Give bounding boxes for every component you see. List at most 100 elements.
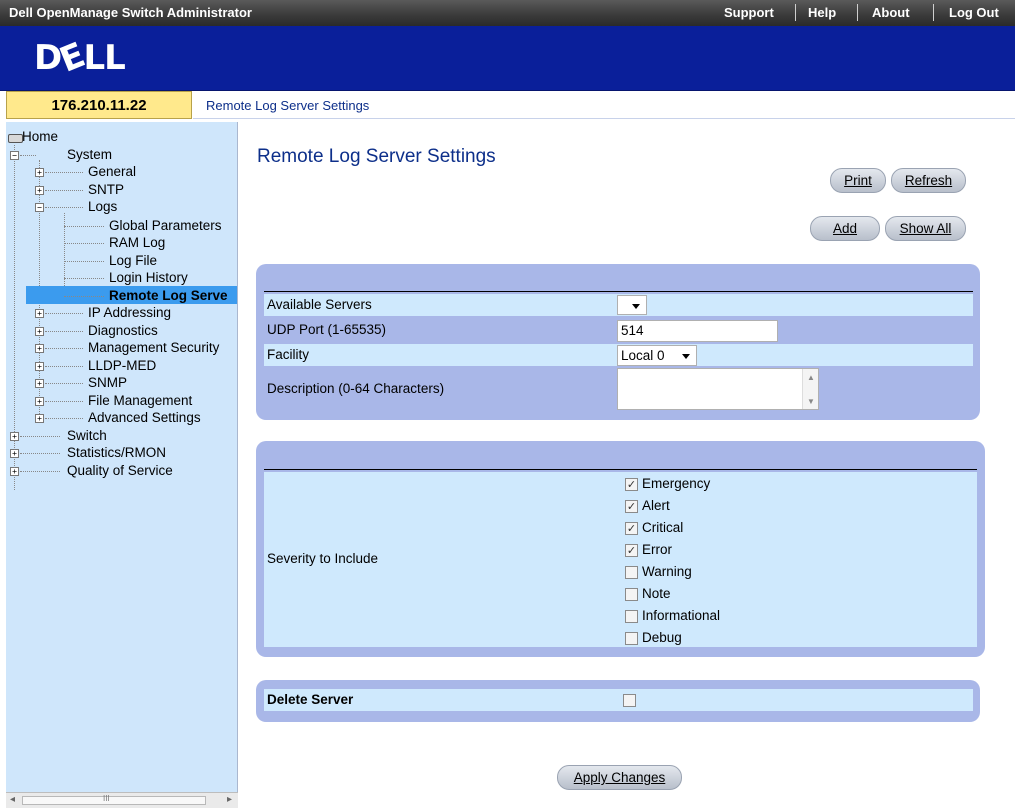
tree-line	[45, 418, 83, 419]
tree-item-statistics-rmon[interactable]: Statistics/RMON	[67, 445, 166, 461]
expand-icon[interactable]: +	[35, 362, 44, 371]
tree-item-sntp[interactable]: SNTP	[88, 182, 124, 198]
expand-icon[interactable]: +	[10, 432, 19, 441]
about-link[interactable]: About	[872, 5, 910, 20]
delete-server-label: Delete Server	[267, 692, 354, 707]
severity-checkbox[interactable]: ✓	[625, 522, 638, 535]
scroll-left-icon[interactable]: ◂	[10, 794, 15, 805]
divider	[933, 4, 934, 21]
tree-item-home[interactable]: Home	[22, 129, 58, 145]
breadcrumb-bar: Remote Log Server Settings	[193, 91, 1015, 119]
tree-item-quality-of-service[interactable]: Quality of Service	[67, 463, 173, 479]
expand-icon[interactable]: +	[10, 467, 19, 476]
tree-item-log-file[interactable]: Log File	[109, 253, 157, 269]
udp-port-input[interactable]: 514	[617, 320, 778, 342]
available-servers-label: Available Servers	[267, 297, 372, 312]
tree-line	[64, 261, 104, 262]
scroll-right-icon[interactable]: ▸	[227, 794, 232, 805]
tree-item-snmp[interactable]: SNMP	[88, 375, 127, 391]
severity-checkbox[interactable]	[625, 610, 638, 623]
divider	[857, 4, 858, 21]
udp-port-row: UDP Port (1-65535) 514	[264, 319, 973, 342]
home-icon	[8, 134, 23, 143]
collapse-icon[interactable]: −	[35, 203, 44, 212]
facility-row: Facility Local 0	[264, 344, 973, 366]
checkmark-icon: ✓	[626, 522, 637, 535]
description-label: Description (0-64 Characters)	[267, 381, 445, 396]
scroll-down-icon[interactable]: ▼	[807, 397, 815, 406]
severity-checkbox[interactable]	[625, 632, 638, 645]
tree-item-global-parameters[interactable]: Global Parameters	[109, 218, 222, 234]
severity-option-label: Note	[642, 586, 671, 601]
app-title: Dell OpenManage Switch Administrator	[9, 5, 252, 20]
expand-icon[interactable]: +	[35, 379, 44, 388]
tree-line	[20, 436, 60, 437]
divider	[795, 4, 796, 21]
available-servers-select[interactable]	[617, 295, 647, 315]
tree-item-lldp-med[interactable]: LLDP-MED	[88, 358, 156, 374]
tree-item-file-management[interactable]: File Management	[88, 393, 192, 409]
severity-checkbox[interactable]: ✓	[625, 478, 638, 491]
sidebar-horizontal-scrollbar[interactable]: ◂ III ▸	[6, 792, 238, 808]
facility-select[interactable]: Local 0	[617, 345, 697, 366]
expand-icon[interactable]: +	[35, 309, 44, 318]
severity-checkbox[interactable]: ✓	[625, 544, 638, 557]
tree-item-system[interactable]: System	[67, 147, 112, 163]
tree-line	[45, 348, 83, 349]
severity-option-label: Emergency	[642, 476, 711, 491]
tree-item-ip-addressing[interactable]: IP Addressing	[88, 305, 171, 321]
tree-item-management-security[interactable]: Management Security	[88, 340, 219, 356]
tree-line	[64, 243, 104, 244]
tree-item-remote-log-server[interactable]: Remote Log Serve	[109, 288, 228, 304]
help-link[interactable]: Help	[808, 5, 836, 20]
scrollbar-thumb[interactable]: III	[22, 794, 206, 805]
brand-bar: DELL	[0, 26, 1015, 91]
tree-item-advanced-settings[interactable]: Advanced Settings	[88, 410, 201, 426]
tree-item-general[interactable]: General	[88, 164, 136, 180]
chevron-down-icon	[632, 304, 640, 309]
expand-icon[interactable]: +	[35, 397, 44, 406]
expand-icon[interactable]: +	[35, 186, 44, 195]
udp-port-label: UDP Port (1-65535)	[267, 322, 387, 337]
textarea-scrollbar[interactable]: ▲ ▼	[802, 369, 818, 409]
support-link[interactable]: Support	[724, 5, 774, 20]
tree-item-login-history[interactable]: Login History	[109, 270, 188, 286]
severity-option-label: Debug	[642, 630, 682, 645]
collapse-icon[interactable]: −	[10, 151, 19, 160]
description-row: Description (0-64 Characters) ▲ ▼	[264, 368, 973, 410]
breadcrumb[interactable]: Remote Log Server Settings	[206, 98, 369, 113]
navigation-tree[interactable]: Home − System + General + SNTP − Logs Gl…	[6, 122, 238, 807]
facility-value: Local 0	[621, 348, 665, 363]
expand-icon[interactable]: +	[10, 449, 19, 458]
facility-label: Facility	[267, 347, 310, 362]
expand-icon[interactable]: +	[35, 414, 44, 423]
refresh-button[interactable]: Refresh	[891, 168, 966, 193]
tree-line	[20, 471, 60, 472]
severity-checkbox[interactable]	[625, 588, 638, 601]
tree-item-ram-log[interactable]: RAM Log	[109, 235, 165, 251]
expand-icon[interactable]: +	[35, 327, 44, 336]
expand-icon[interactable]: +	[35, 344, 44, 353]
severity-checkbox[interactable]: ✓	[625, 500, 638, 513]
tree-item-switch[interactable]: Switch	[67, 428, 107, 444]
logout-link[interactable]: Log Out	[949, 5, 999, 20]
page-title: Remote Log Server Settings	[257, 146, 496, 167]
show-all-button[interactable]: Show All	[885, 216, 966, 241]
tree-item-logs[interactable]: Logs	[88, 199, 117, 215]
tree-item-diagnostics[interactable]: Diagnostics	[88, 323, 158, 339]
severity-checkbox[interactable]	[625, 566, 638, 579]
delete-server-checkbox[interactable]	[623, 694, 636, 707]
scroll-up-icon[interactable]: ▲	[807, 373, 815, 382]
expand-icon[interactable]: +	[35, 168, 44, 177]
delete-server-panel: Delete Server	[256, 680, 980, 722]
description-textarea[interactable]: ▲ ▼	[617, 368, 819, 410]
server-settings-panel: Available Servers UDP Port (1-65535) 514…	[256, 264, 980, 420]
severity-option-label: Critical	[642, 520, 684, 535]
add-button[interactable]: Add	[810, 216, 880, 241]
tree-line	[45, 207, 83, 208]
severity-option-label: Alert	[642, 498, 670, 513]
apply-changes-button[interactable]: Apply Changes	[557, 765, 682, 790]
checkmark-icon: ✓	[626, 544, 637, 557]
severity-panel: Severity to Include ✓ Emergency ✓ Alert ✓ Cri…	[256, 441, 985, 657]
print-button[interactable]: Print	[830, 168, 886, 193]
